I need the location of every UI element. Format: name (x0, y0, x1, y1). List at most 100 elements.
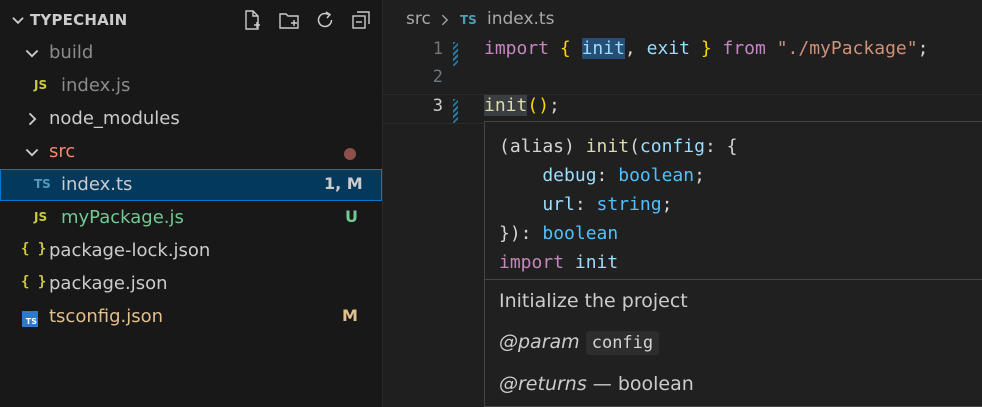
tree-item-label: index.js (61, 75, 131, 96)
git-status-badge: 1, M (324, 174, 363, 193)
code-token: , (624, 38, 647, 59)
chevron-right-icon (438, 12, 452, 26)
tree-item-label: tsconfig.json (49, 306, 164, 327)
chevron-down-icon (22, 142, 42, 162)
git-status-badge: M (342, 306, 358, 325)
signature-token: debug (499, 165, 597, 186)
code-token: { (559, 38, 571, 59)
signature-token: ; (661, 194, 673, 215)
param-name: config (585, 331, 660, 355)
returns-text: — boolean (592, 373, 694, 395)
signature-token: : (596, 165, 619, 186)
signature-token: (alias) (499, 136, 586, 157)
refresh-icon[interactable] (313, 8, 337, 32)
chevron-down-icon (22, 43, 42, 63)
signature-line: debug: boolean; (499, 161, 737, 190)
line-number: 3 (432, 96, 443, 116)
code-line-3[interactable]: 3 init(); (383, 94, 982, 124)
signature-token: boolean (618, 165, 695, 186)
breadcrumb-folder[interactable]: src (406, 9, 431, 29)
code-token: "./myPackage" (776, 38, 918, 59)
signature-token: }): (499, 223, 543, 244)
hover-returns: @returns — boolean (499, 373, 694, 395)
vscode-window: TYPECHAIN build JS index.js node_modules… (0, 0, 982, 407)
explorer-title: TYPECHAIN (30, 11, 128, 29)
breadcrumb-file[interactable]: index.ts (487, 9, 554, 29)
signature-token: : { (704, 136, 738, 157)
code-line-2[interactable]: 2 (383, 66, 982, 94)
code-text: init(); (484, 95, 560, 116)
tree-item-label: package-lock.json (49, 240, 211, 261)
chevron-right-icon (22, 109, 42, 129)
hover-tooltip: (alias) init(config: { debug: boolean; u… (484, 121, 982, 407)
signature-token: ; (694, 165, 705, 186)
code-text: import { init, exit } from "./myPackage"… (484, 38, 928, 59)
tree-folder-build[interactable]: build (0, 37, 382, 69)
signature-token: init (574, 252, 619, 273)
signature-line: }): boolean (499, 219, 737, 248)
tree-item-label: myPackage.js (61, 207, 184, 228)
line-number: 1 (432, 39, 443, 59)
signature-line: (alias) init(config: { (499, 132, 737, 161)
tree-file-index-ts[interactable]: TS index.ts 1, M (0, 169, 382, 201)
tree-file-package-json[interactable]: { } package.json (0, 268, 382, 300)
signature-token: : (574, 194, 597, 215)
tree-item-label: build (49, 42, 94, 63)
code-line-1[interactable]: 1 import { init, exit } from "./myPackag… (383, 38, 982, 66)
hover-description: Initialize the project (499, 290, 688, 312)
explorer-header[interactable]: TYPECHAIN (0, 0, 382, 40)
json-file-icon: { } (21, 274, 47, 290)
javascript-file-icon: JS (34, 210, 48, 224)
returns-tag: @returns (499, 373, 587, 395)
modified-gutter-marker (453, 99, 458, 123)
tsconfig-file-icon: TS (22, 311, 38, 327)
collapse-all-icon[interactable] (349, 8, 373, 32)
tree-folder-node-modules[interactable]: node_modules (0, 103, 382, 135)
signature-token (564, 252, 575, 273)
code-token: init (581, 38, 625, 59)
code-token: } (700, 38, 712, 59)
explorer-sidebar: TYPECHAIN build JS index.js node_modules… (0, 0, 383, 407)
tree-folder-src[interactable]: src (0, 136, 382, 168)
code-token: from (722, 38, 766, 59)
problem-dot-icon (344, 148, 356, 160)
signature-line: url: string; (499, 190, 737, 219)
signature-token: ( (629, 136, 640, 157)
code-token: import (484, 38, 550, 59)
hover-param: @param config (499, 331, 660, 355)
tree-item-label: package.json (49, 273, 168, 294)
code-token: ; (917, 38, 929, 59)
tree-file-package-lock-json[interactable]: { } package-lock.json (0, 235, 382, 267)
new-file-icon[interactable] (240, 8, 264, 32)
hover-signature: (alias) init(config: { debug: boolean; u… (499, 132, 737, 277)
tree-file-mypackage-js[interactable]: JS myPackage.js U (0, 202, 382, 234)
json-file-icon: { } (21, 241, 47, 257)
tree-file-index-js[interactable]: JS index.js (0, 70, 382, 102)
tree-file-tsconfig-json[interactable]: TS tsconfig.json M (0, 301, 382, 333)
signature-token: url (499, 194, 575, 215)
typescript-file-icon: TS (34, 177, 51, 191)
code-token: () (527, 95, 550, 116)
code-token: ; (549, 95, 560, 116)
signature-token: string (596, 194, 662, 215)
signature-token: config (639, 136, 705, 157)
tree-item-label: src (49, 141, 76, 162)
code-token: init (484, 95, 528, 116)
code-token: exit (646, 38, 690, 59)
tree-item-label: index.ts (61, 174, 133, 195)
new-folder-icon[interactable] (277, 8, 301, 32)
git-status-badge: U (345, 207, 358, 226)
javascript-file-icon: JS (34, 78, 48, 92)
signature-token: init (585, 136, 630, 157)
signature-line: import init (499, 248, 737, 277)
chevron-down-icon[interactable] (9, 11, 27, 29)
typescript-file-icon: TS (460, 13, 477, 27)
line-number: 2 (432, 67, 443, 87)
breadcrumb: src TS index.ts (383, 0, 982, 38)
modified-gutter-marker (453, 42, 458, 66)
